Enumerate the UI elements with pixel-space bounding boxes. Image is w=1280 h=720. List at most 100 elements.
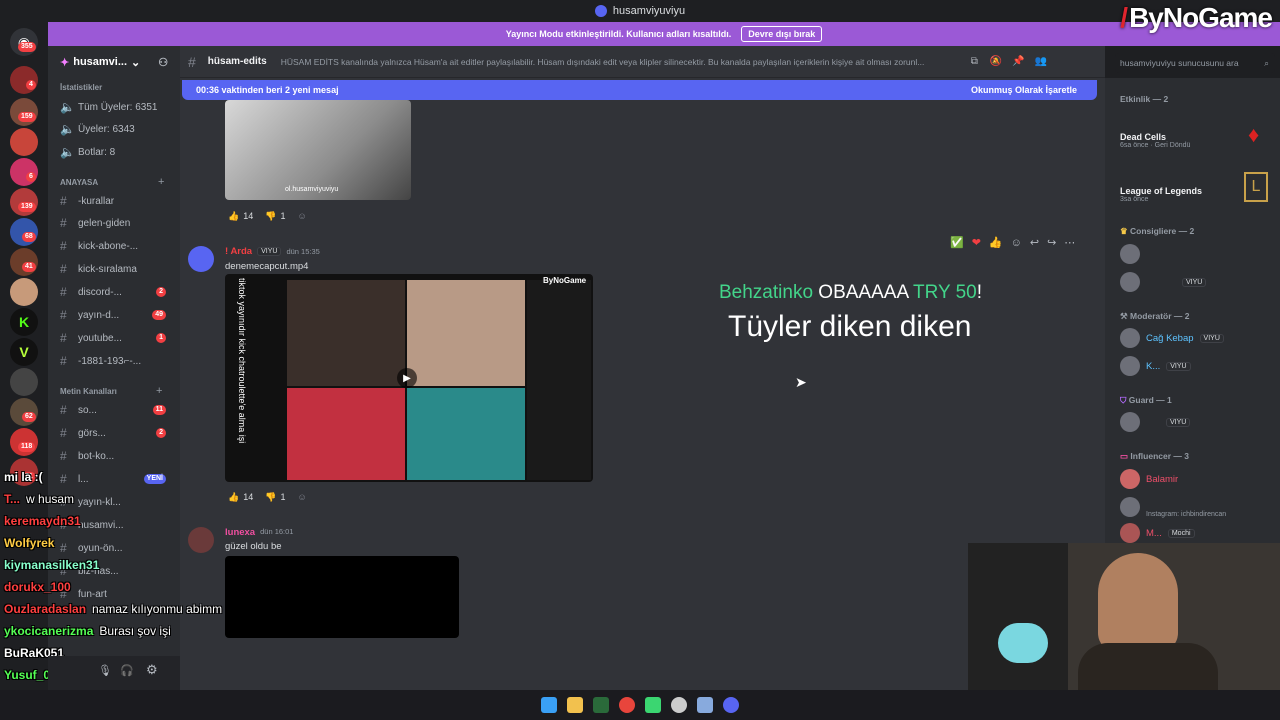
channel-item[interactable]: # görs... 2 [48, 424, 180, 442]
message-author[interactable]: ! Arda [225, 246, 252, 257]
reply-icon[interactable]: ↩ [1030, 236, 1039, 249]
hash-icon: # [60, 426, 67, 440]
message-image[interactable]: ol.husamviyuviyu [225, 100, 411, 200]
server-icon[interactable]: V [10, 338, 38, 366]
channel-topic[interactable]: HÜSAM EDİTS kanalında yalnızca Hüsam'a a… [281, 57, 961, 67]
headphones-icon[interactable]: 🎧 [120, 664, 134, 677]
threads-icon[interactable]: ⧉ [971, 56, 978, 67]
image-watermark: ol.husamviyuviyu [285, 186, 339, 193]
members-icon[interactable]: 👥 [1035, 56, 1047, 67]
unread-badge: 139 [18, 202, 36, 212]
unread-badge: 2 [156, 428, 166, 438]
member-name: Cağ Kebap [1146, 332, 1194, 344]
channel-header: # hüsam-edits HÜSAM EDİTS kanalında yaln… [180, 46, 1105, 78]
hammer-icon: ⚒ [1120, 311, 1128, 321]
check-icon[interactable]: ✅ [950, 236, 964, 249]
app-icon[interactable] [593, 697, 609, 713]
channel-item[interactable]: # youtube... 1 [48, 329, 180, 347]
server-icon[interactable] [10, 128, 38, 156]
thumbs-down-icon[interactable]: 👎 [265, 492, 276, 503]
forward-icon[interactable]: ↪ [1047, 236, 1056, 249]
activity-card[interactable]: League of Legends 3sa önce L [1120, 172, 1270, 203]
mute-icon[interactable]: 🔕 [990, 56, 1002, 67]
member-row[interactable]: Balamir [1120, 468, 1178, 490]
chat-message: namaz kılıyonmu abimm [92, 602, 223, 616]
chat-message: w husam [26, 492, 75, 506]
app-icon[interactable] [697, 697, 713, 713]
add-friend-icon[interactable]: ⚇ [158, 56, 168, 69]
channel-item[interactable]: # so... 11 [48, 401, 180, 419]
chrome-icon[interactable] [619, 697, 635, 713]
member-name: K... [1146, 360, 1161, 372]
video-caption: tiktok yayınıdır kick chatroulette'e alm… [237, 278, 247, 444]
add-reaction-icon[interactable]: ☺ [1011, 237, 1022, 249]
member-row[interactable]: VIYU [1120, 411, 1191, 433]
channel-item[interactable]: # -kurallar [48, 192, 180, 210]
disable-streamer-mode-button[interactable]: Devre dışı bırak [741, 26, 823, 42]
search-input[interactable]: husamviyuviyu sunucusunu ara ⌕ [1115, 53, 1275, 73]
guild-header[interactable]: ✦ husamvi... ⌄ ⚇ [48, 46, 180, 78]
thumbs-up-icon[interactable]: 👍 [228, 211, 239, 222]
channel-item[interactable]: # kick-sıralama [48, 260, 180, 278]
message-video[interactable]: tiktok yayınıdır kick chatroulette'e alm… [225, 274, 593, 482]
speaker-icon: 🔈 [60, 122, 75, 136]
channel-item[interactable]: # yayın-d... 49 [48, 306, 180, 324]
avatar[interactable] [188, 246, 214, 272]
chat-username: kiymanasilken31 [4, 558, 100, 572]
discord-taskbar-icon[interactable] [723, 697, 739, 713]
dead-cells-icon: ♦ [1248, 122, 1260, 147]
pin-icon[interactable]: 📌 [1012, 56, 1024, 67]
stream-alert-line2: Tüyler diken diken [728, 310, 972, 343]
webcam-background [968, 543, 1068, 690]
channel-item[interactable]: # gelen-giden [48, 214, 180, 232]
channel-item[interactable]: # kick-abone-... [48, 237, 180, 255]
stream-chat-line: dorukx_100 [4, 580, 77, 594]
channel-item[interactable]: # -1881-193⌐-... [48, 352, 180, 370]
heart-icon[interactable]: ❤ [972, 236, 981, 249]
stats-category[interactable]: İstatistikler [60, 83, 102, 92]
search-placeholder: husamviyuviyu sunucusunu ara [1120, 58, 1239, 68]
thumbs-down-icon[interactable]: 👎 [265, 211, 276, 222]
unread-badge: 2 [156, 287, 166, 297]
gear-icon[interactable]: ⚙ [146, 662, 158, 678]
channel-label: kick-abone-... [78, 240, 139, 252]
stat-members-label: Üyeler: 6343 [78, 123, 135, 135]
member-row[interactable]: K... VIYU [1120, 355, 1191, 377]
role-tag: VIYU [1166, 417, 1191, 427]
member-row[interactable]: Instagram: ichbindirencan [1120, 496, 1226, 518]
channel-item[interactable]: # discord-... 2 [48, 283, 180, 301]
unread-badge: 355 [18, 42, 36, 52]
message-time: dün 15:35 [286, 247, 320, 256]
play-icon[interactable]: ▶ [397, 368, 417, 388]
add-reaction-icon[interactable]: ☺ [297, 492, 306, 502]
avatar [1120, 412, 1140, 432]
chat-message: Burası şov işi [99, 624, 171, 638]
kick-server-icon[interactable]: K [10, 308, 38, 336]
add-channel-icon[interactable]: + [158, 176, 164, 188]
hash-icon: # [188, 53, 196, 70]
new-messages-bar[interactable]: 00:36 vaktinden beri 2 yeni mesaj Okunmu… [182, 80, 1097, 100]
thumbs-up-icon[interactable]: 👍 [989, 236, 1003, 249]
server-icon[interactable] [10, 368, 38, 396]
activity-card[interactable]: Dead Cells 6sa önce · Geri Döndü ♦ [1120, 118, 1270, 149]
category-text-channels[interactable]: Metin Kanalları [60, 387, 117, 396]
reaction-bar: 👍 14 👎 1 ☺ [228, 208, 307, 224]
server-icon[interactable] [10, 278, 38, 306]
member-row[interactable]: M... Mochi [1120, 522, 1195, 544]
category-anayasa[interactable]: ANAYASA [60, 178, 98, 187]
file-explorer-icon[interactable] [567, 697, 583, 713]
member-row[interactable]: Cağ Kebap VIYU [1120, 327, 1224, 349]
microphone-icon[interactable]: 🎙 [98, 664, 112, 677]
add-reaction-icon[interactable]: ☺ [297, 211, 306, 221]
app-icon[interactable] [645, 697, 661, 713]
member-row[interactable]: VIYU [1120, 271, 1207, 293]
channel-item[interactable]: # bot-ko... [48, 447, 180, 465]
more-icon[interactable]: ⋯ [1064, 236, 1075, 249]
app-icon[interactable] [671, 697, 687, 713]
member-row[interactable] [1120, 243, 1140, 265]
mark-read-button[interactable]: Okunmuş Olarak İşaretle [971, 85, 1077, 95]
hash-icon: # [60, 331, 67, 345]
windows-start-icon[interactable] [541, 697, 557, 713]
channel-label: -1881-193⌐-... [78, 355, 142, 367]
add-channel-icon[interactable]: + [156, 385, 162, 397]
